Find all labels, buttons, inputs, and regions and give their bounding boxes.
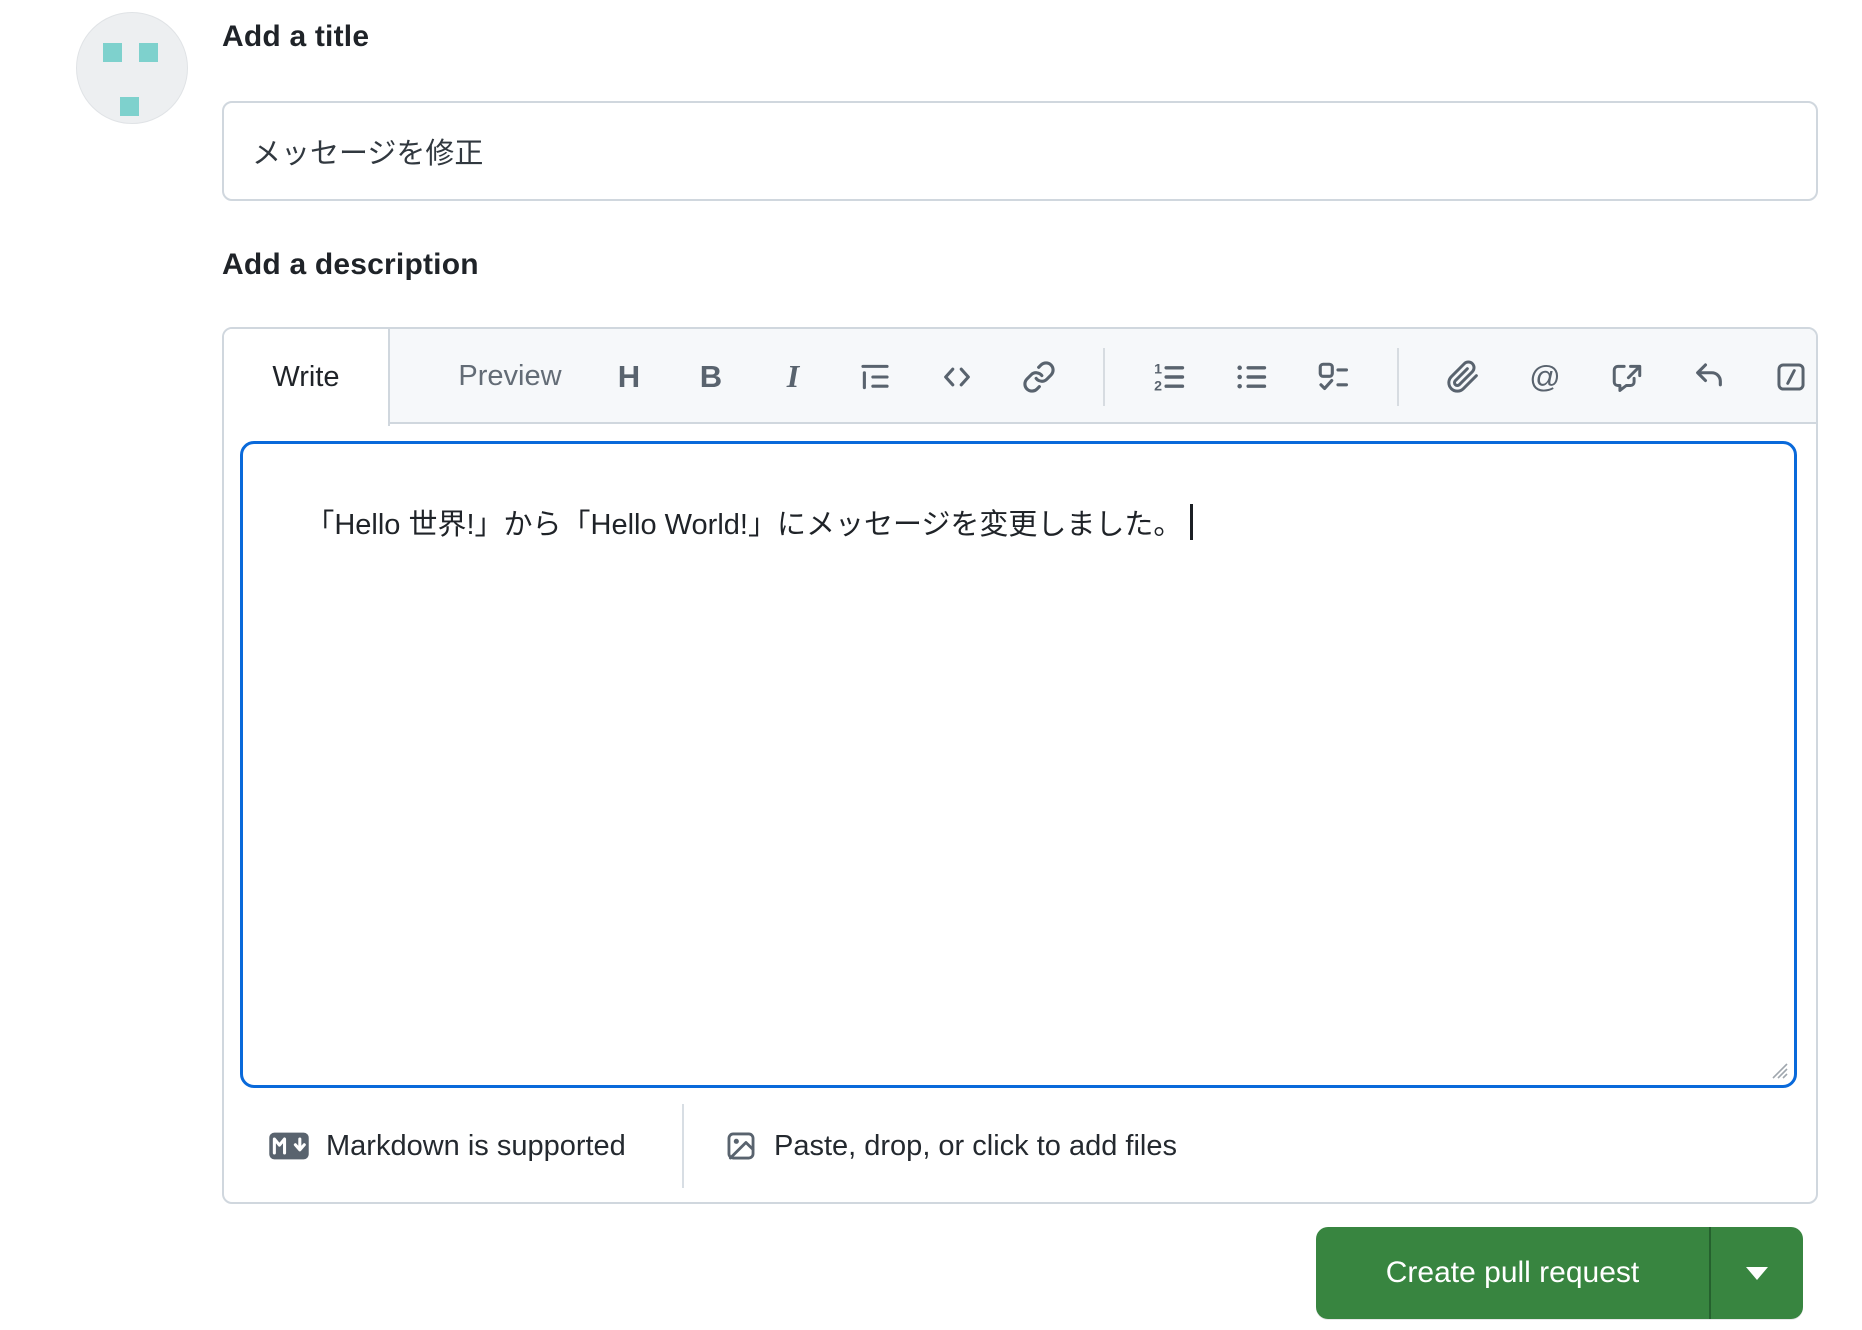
unordered-list-button[interactable] xyxy=(1233,359,1269,395)
add-title-heading: Add a title xyxy=(222,20,370,53)
description-editor: Write Preview H B I 1 2 @ 「Hello 世界!」から「… xyxy=(222,327,1818,1204)
task-list-button[interactable] xyxy=(1315,359,1351,395)
description-textarea[interactable]: 「Hello 世界!」から「Hello World!」にメッセージを変更しました… xyxy=(240,441,1797,1088)
slash-commands-button[interactable] xyxy=(1773,359,1809,395)
footer-divider xyxy=(682,1104,684,1188)
tab-preview-label: Preview xyxy=(458,360,562,392)
cross-reference-button[interactable] xyxy=(1609,359,1645,395)
attach-file-button[interactable] xyxy=(1445,359,1481,395)
resize-handle[interactable] xyxy=(1766,1057,1790,1081)
task-list-icon xyxy=(1318,362,1349,390)
quote-button[interactable] xyxy=(857,359,893,395)
tab-write-label: Write xyxy=(272,361,340,393)
cross-reference-icon xyxy=(1612,364,1642,392)
title-input[interactable] xyxy=(222,101,1818,201)
toolbar-divider xyxy=(1397,347,1399,406)
chevron-down-icon xyxy=(1746,1266,1768,1280)
bold-button[interactable]: B xyxy=(693,359,729,395)
mention-icon: @ xyxy=(1529,358,1561,394)
create-pull-request-label: Create pull request xyxy=(1385,1256,1640,1289)
markdown-supported-link[interactable]: Markdown is supported xyxy=(268,1090,626,1202)
description-text: 「Hello 世界!」から「Hello World!」にメッセージを変更しました… xyxy=(305,509,1183,541)
link-icon xyxy=(1023,360,1055,393)
italic-button[interactable]: I xyxy=(775,358,811,395)
heading-button[interactable]: H xyxy=(611,359,647,395)
create-pull-request-dropdown[interactable] xyxy=(1711,1227,1803,1319)
pull-request-form: Add a title Add a description Write Prev… xyxy=(0,0,1862,1330)
image-icon xyxy=(727,1132,755,1160)
toolbar-divider xyxy=(1103,347,1105,406)
ordered-list-icon: 1 2 xyxy=(1154,361,1185,394)
avatar-identicon-square xyxy=(139,43,158,62)
code-button[interactable] xyxy=(939,359,975,395)
code-icon xyxy=(944,367,970,386)
saved-replies-button[interactable] xyxy=(1691,359,1727,395)
markdown-toolbar: H B I 1 2 @ xyxy=(611,329,1809,424)
bold-icon: B xyxy=(699,358,723,394)
quote-icon xyxy=(861,364,889,389)
markdown-supported-label: Markdown is supported xyxy=(326,1129,626,1162)
slash-commands-icon xyxy=(1777,362,1805,391)
avatar-identicon-square xyxy=(103,43,122,62)
mention-button[interactable]: @ xyxy=(1527,359,1563,395)
italic-icon: I xyxy=(786,358,800,394)
create-pull-request-button[interactable]: Create pull request xyxy=(1316,1227,1709,1319)
heading-icon: H xyxy=(617,358,641,394)
avatar-identicon-square xyxy=(120,97,139,116)
tab-preview[interactable]: Preview xyxy=(390,329,630,424)
svg-text:1: 1 xyxy=(1154,361,1162,377)
svg-text:2: 2 xyxy=(1154,378,1162,394)
attach-files-button[interactable]: Paste, drop, or click to add files xyxy=(724,1090,1177,1202)
create-pull-request-split-button: Create pull request xyxy=(1316,1227,1803,1319)
avatar xyxy=(76,12,188,124)
paperclip-icon xyxy=(1447,360,1478,393)
reply-icon xyxy=(1696,362,1722,386)
add-description-heading: Add a description xyxy=(222,248,479,281)
tab-write[interactable]: Write xyxy=(224,329,390,426)
unordered-list-icon xyxy=(1237,365,1267,388)
markdown-icon xyxy=(269,1132,309,1160)
text-cursor xyxy=(1190,504,1194,540)
attach-files-label: Paste, drop, or click to add files xyxy=(774,1129,1177,1162)
ordered-list-button[interactable]: 1 2 xyxy=(1151,359,1187,395)
link-button[interactable] xyxy=(1021,359,1057,395)
